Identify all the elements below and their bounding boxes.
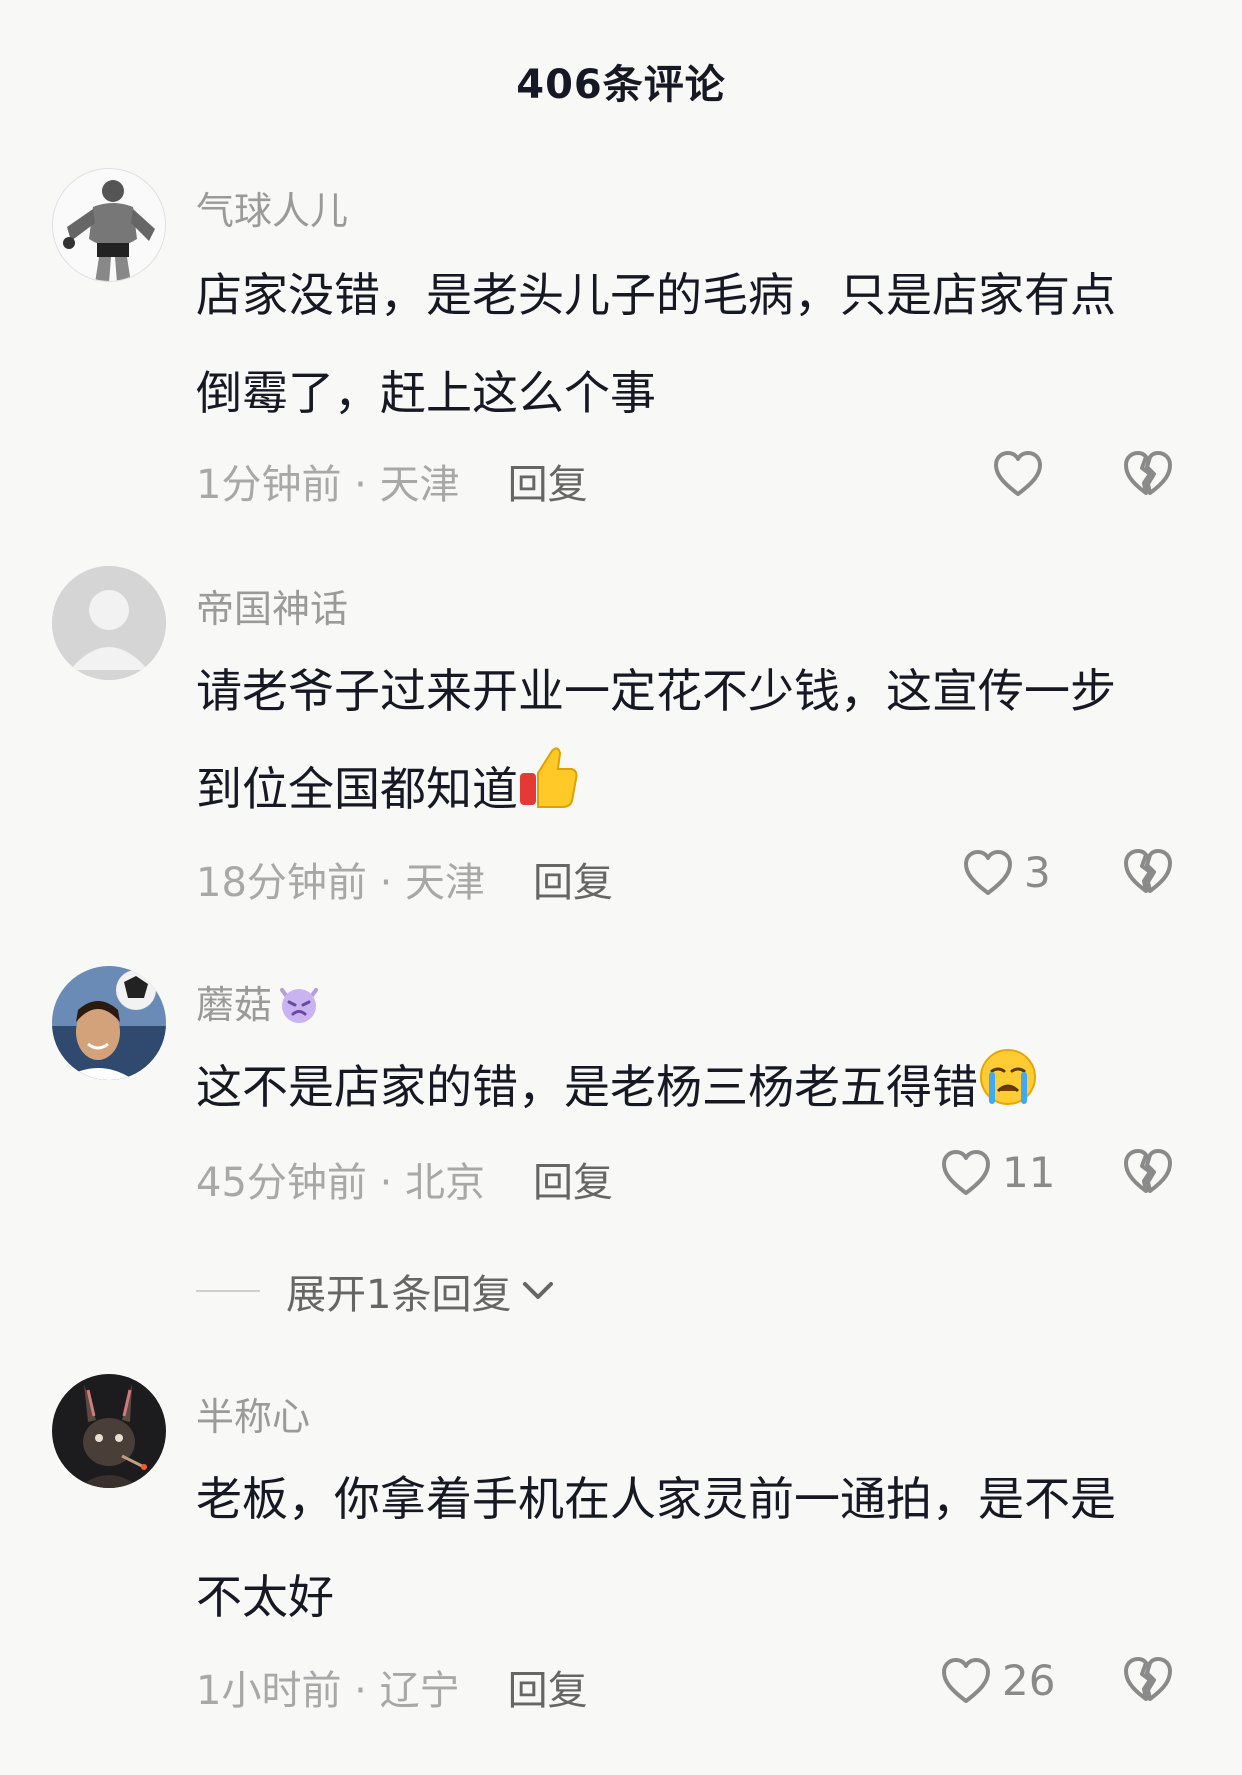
username-text: 蘑菇 xyxy=(196,983,273,1027)
heart-outline-icon xyxy=(994,451,1042,496)
like-button[interactable] xyxy=(992,450,1054,498)
comments-page: 406条评论 气球人儿 店家没错，是老头儿子的毛病，只是店家有点倒霉了，赶上这么… xyxy=(0,0,1242,1775)
comment-text-body: 请老爷子过来开业一定花不少钱，这宣传一步到位全国都知道 xyxy=(196,664,1116,816)
like-button[interactable]: 26 xyxy=(940,1656,1055,1705)
time-location: 45分钟前 · 北京 xyxy=(196,1160,486,1206)
comments-count-title: 406条评论 xyxy=(516,62,726,108)
time-location: 18分钟前 · 天津 xyxy=(196,860,486,906)
reply-button[interactable]: 回复 xyxy=(533,1160,613,1206)
username[interactable]: 蘑菇 xyxy=(196,974,322,1035)
time-location: 1分钟前 · 天津 xyxy=(196,462,460,508)
time-location: 1小时前 · 辽宁 xyxy=(196,1668,460,1714)
reply-button[interactable]: 回复 xyxy=(508,462,588,508)
username[interactable]: 帝国神话 xyxy=(196,578,348,633)
comment-text-body: 这不是店家的错，是老杨三杨老五得错 xyxy=(196,1060,978,1114)
thumbs-up-emoji xyxy=(518,743,580,842)
like-count: 3 xyxy=(1024,848,1051,897)
like-button[interactable]: 3 xyxy=(962,848,1051,897)
expand-replies-label: 展开1条回复 xyxy=(286,1272,512,1318)
comment-text: 老板，你拿着手机在人家灵前一通拍，是不是不太好 xyxy=(196,1472,1116,1624)
chevron-down-icon xyxy=(523,1282,554,1299)
avatar[interactable] xyxy=(52,1374,166,1488)
comment-text: 这不是店家的错，是老杨三杨老五得错 xyxy=(196,1038,1156,1140)
comment-text: 店家没错，是老头儿子的毛病，只是店家有点倒霉了，赶上这么个事 xyxy=(196,268,1116,420)
comment-meta: 1分钟前 · 天津 回复 xyxy=(196,452,588,510)
like-count: 26 xyxy=(1002,1656,1056,1705)
reply-button[interactable]: 回复 xyxy=(533,860,613,906)
avatar[interactable] xyxy=(52,168,166,282)
username[interactable]: 半称心 xyxy=(196,1386,310,1441)
comment-meta: 45分钟前 · 北京 回复 xyxy=(196,1150,613,1208)
like-button[interactable]: 11 xyxy=(940,1148,1055,1197)
broken-heart-icon[interactable] xyxy=(1122,848,1174,896)
broken-heart-icon[interactable] xyxy=(1122,450,1174,498)
heart-outline-icon xyxy=(964,849,1012,895)
comment-text: 请老爷子过来开业一定花不少钱，这宣传一步到位全国都知道 xyxy=(196,642,1156,842)
username[interactable]: 气球人儿 xyxy=(196,180,348,235)
angry-devil-emoji xyxy=(276,980,322,1035)
expand-replies-button[interactable]: 展开1条回复 xyxy=(196,1262,555,1320)
comment-meta: 1小时前 · 辽宁 回复 xyxy=(196,1658,588,1716)
broken-heart-icon[interactable] xyxy=(1122,1656,1174,1704)
crying-face-emoji xyxy=(978,1042,1038,1140)
divider xyxy=(196,1290,260,1292)
reply-button[interactable]: 回复 xyxy=(508,1668,588,1714)
like-count: 11 xyxy=(1002,1148,1056,1197)
avatar[interactable] xyxy=(52,966,166,1080)
avatar[interactable] xyxy=(52,566,166,680)
heart-outline-icon xyxy=(942,1657,990,1703)
broken-heart-icon[interactable] xyxy=(1122,1148,1174,1196)
comment-meta: 18分钟前 · 天津 回复 xyxy=(196,850,613,908)
heart-outline-icon xyxy=(942,1149,990,1195)
